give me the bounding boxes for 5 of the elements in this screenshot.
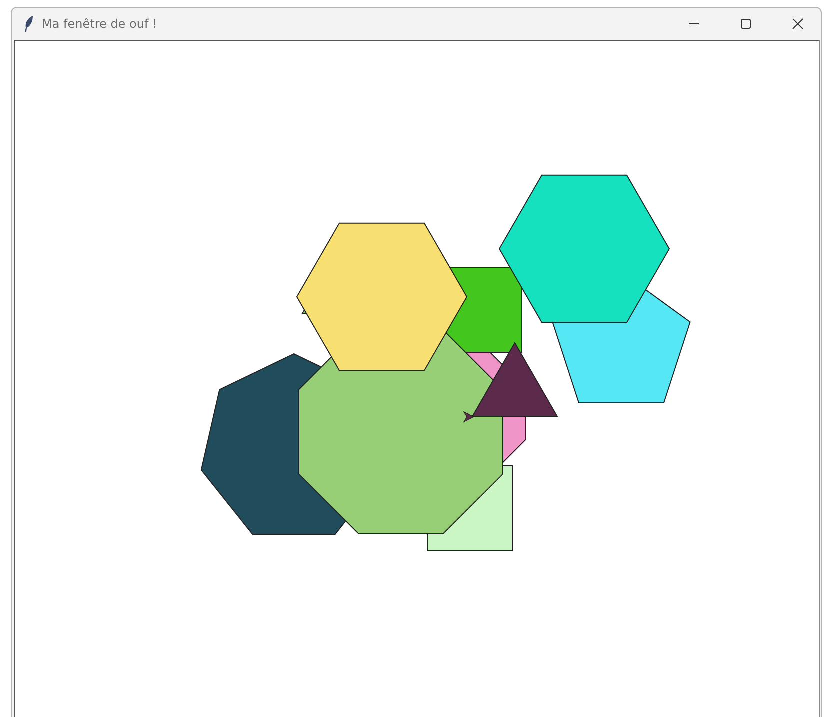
window-title: Ma fenêtre de ouf ! xyxy=(42,17,158,31)
turtle-cursor-icon xyxy=(463,411,475,423)
feather-icon xyxy=(24,16,34,32)
maximize-icon[interactable] xyxy=(740,18,752,30)
close-icon[interactable] xyxy=(792,18,804,30)
